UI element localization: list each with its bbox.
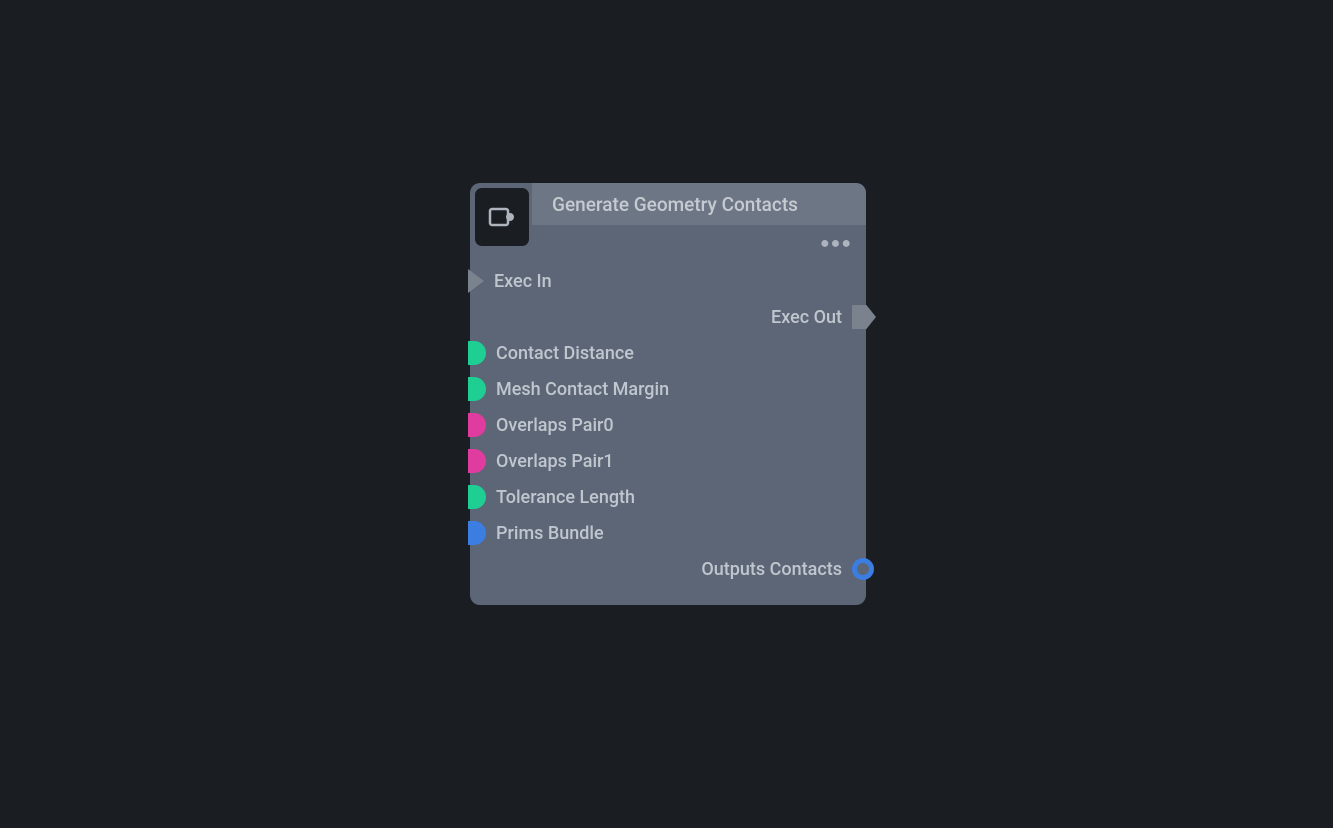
input-port-mesh-contact-margin[interactable]: Mesh Contact Margin bbox=[470, 371, 866, 407]
port-label: Exec In bbox=[494, 271, 552, 292]
port-connector-icon bbox=[468, 449, 486, 473]
input-port-prims-bundle[interactable]: Prims Bundle bbox=[470, 515, 866, 551]
output-port-exec-out[interactable]: Exec Out bbox=[470, 299, 866, 335]
port-label: Outputs Contacts bbox=[701, 559, 842, 580]
port-connector-icon bbox=[468, 521, 486, 545]
input-port-contact-distance[interactable]: Contact Distance bbox=[470, 335, 866, 371]
node-type-icon bbox=[472, 185, 532, 249]
port-label: Overlaps Pair1 bbox=[496, 451, 614, 472]
input-port-overlaps-pair1[interactable]: Overlaps Pair1 bbox=[470, 443, 866, 479]
node-body: Exec In Exec Out Contact Distance Mesh C… bbox=[470, 251, 866, 605]
port-label: Overlaps Pair0 bbox=[496, 415, 614, 436]
node-menu-icon[interactable]: ●●● bbox=[820, 233, 852, 253]
port-label: Exec Out bbox=[771, 307, 842, 328]
input-port-tolerance-length[interactable]: Tolerance Length bbox=[470, 479, 866, 515]
port-connector-icon bbox=[468, 341, 486, 365]
node-title-bar: Generate Geometry Contacts bbox=[532, 183, 866, 225]
exec-in-icon bbox=[468, 269, 484, 293]
node-title: Generate Geometry Contacts bbox=[552, 193, 798, 216]
port-connector-icon bbox=[468, 485, 486, 509]
port-connector-icon bbox=[468, 413, 486, 437]
node-header: Generate Geometry Contacts ●●● bbox=[470, 183, 866, 251]
port-connector-icon bbox=[468, 377, 486, 401]
input-port-exec-in[interactable]: Exec In bbox=[470, 263, 866, 299]
input-port-overlaps-pair0[interactable]: Overlaps Pair0 bbox=[470, 407, 866, 443]
port-label: Prims Bundle bbox=[496, 523, 604, 544]
port-label: Mesh Contact Margin bbox=[496, 379, 669, 400]
port-label: Contact Distance bbox=[496, 343, 634, 364]
exec-out-icon bbox=[852, 305, 876, 329]
output-port-outputs-contacts[interactable]: Outputs Contacts bbox=[470, 551, 866, 587]
port-connector-ring-icon bbox=[852, 558, 874, 580]
graph-node[interactable]: Generate Geometry Contacts ●●● Exec In E… bbox=[470, 183, 866, 605]
port-label: Tolerance Length bbox=[496, 487, 635, 508]
